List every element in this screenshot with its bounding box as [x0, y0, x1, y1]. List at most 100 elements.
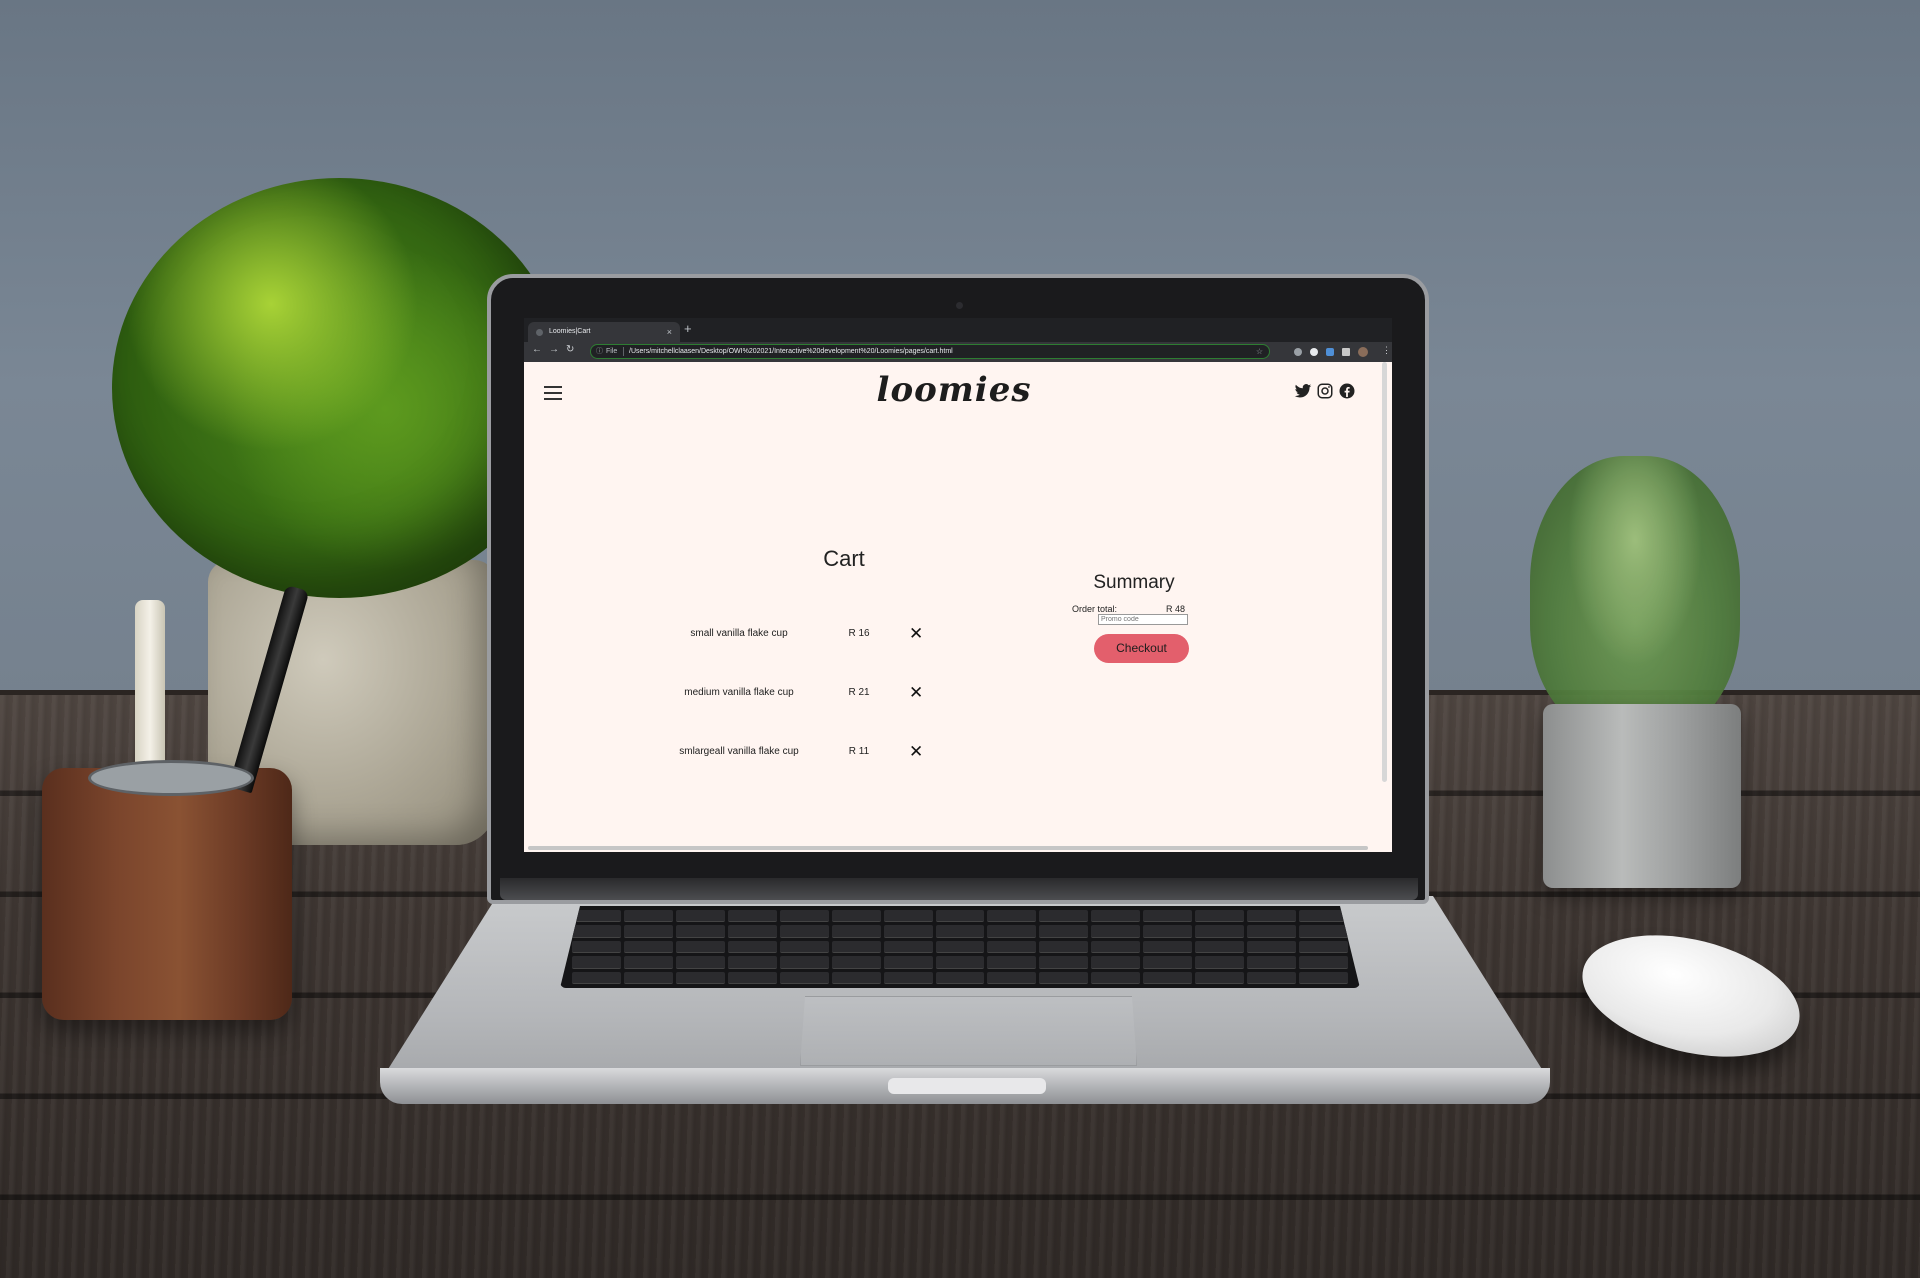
item-name: medium vanilla flake cup [684, 687, 794, 698]
instagram-icon[interactable] [1316, 382, 1334, 400]
keyboard-key [831, 940, 881, 954]
laptop-screen: Loomies|Cart × + ← → ↻ ⓘ File /Users/mit… [524, 318, 1392, 852]
puzzle-icon[interactable] [1342, 348, 1350, 356]
reload-icon[interactable]: ↻ [566, 344, 574, 355]
keyboard-key [572, 910, 621, 923]
bookmark-star-icon[interactable]: ☆ [1256, 345, 1263, 358]
keyboard-key [779, 940, 829, 954]
keyboard-key [935, 971, 985, 984]
keyboard-key [1039, 910, 1089, 923]
checkout-button[interactable]: Checkout [1094, 634, 1189, 663]
site-info-icon[interactable]: ⓘ [596, 345, 603, 358]
keyboard-key [1247, 940, 1297, 954]
keyboard-key [779, 925, 829, 938]
browser-tab-bar: Loomies|Cart × + [524, 318, 1392, 342]
keyboard-key [1091, 956, 1141, 969]
keyboard-key [935, 910, 985, 923]
keyboard-key [883, 910, 933, 923]
keyboard-key [987, 925, 1037, 938]
keyboard-key [675, 956, 725, 969]
item-price: R 16 [848, 628, 870, 639]
remove-item-icon[interactable]: ✕ [909, 624, 923, 644]
promo-code-input[interactable] [1098, 614, 1188, 625]
keyboard-key [883, 940, 933, 954]
vertical-scrollbar[interactable] [1382, 362, 1387, 782]
back-icon[interactable]: ← [532, 344, 542, 355]
site-logo[interactable]: loomies [854, 370, 1054, 410]
keyboard-key [779, 971, 829, 984]
item-price: R 11 [848, 746, 870, 757]
wooden-pen-holder [42, 768, 292, 1020]
horizontal-scrollbar[interactable] [528, 846, 1368, 850]
cart-heading: Cart [823, 546, 865, 571]
keyboard-key [831, 971, 881, 984]
keyboard-key [572, 940, 621, 954]
keyboard-key [987, 910, 1037, 923]
keyboard-key [1299, 971, 1348, 984]
keyboard-key [1039, 925, 1089, 938]
laptop-notch [888, 1078, 1046, 1094]
summary-heading: Summary [1093, 572, 1175, 593]
address-bar[interactable]: ⓘ File /Users/mitchellclaasen/Desktop/OW… [590, 344, 1270, 359]
keyboard-key [675, 925, 725, 938]
cart-item-row: small vanilla flake cup R 16 ✕ [644, 624, 944, 648]
keyboard-key [1143, 925, 1193, 938]
keyboard-key [1195, 910, 1245, 923]
keyboard-key [1195, 956, 1245, 969]
keyboard-key [1299, 910, 1348, 923]
twitter-icon[interactable] [1294, 382, 1312, 400]
extension-icon[interactable] [1326, 348, 1334, 356]
keyboard-key [623, 925, 673, 938]
browser-menu-icon[interactable]: ⋮ [1382, 345, 1391, 356]
item-price: R 21 [848, 687, 870, 698]
keyboard-key [935, 925, 985, 938]
extension-icon[interactable] [1294, 348, 1302, 356]
keyboard-key [883, 925, 933, 938]
keyboard-key [675, 971, 725, 984]
succulent-plant [1530, 456, 1740, 736]
keyboard-key [1195, 925, 1245, 938]
hamburger-menu-icon[interactable] [544, 386, 562, 400]
tab-close-icon[interactable]: × [667, 322, 672, 342]
keyboard-key [623, 956, 673, 969]
keyboard-key [883, 956, 933, 969]
keyboard-key [572, 971, 621, 984]
keyboard-key [1299, 956, 1348, 969]
facebook-icon[interactable] [1338, 382, 1356, 400]
keyboard-key [727, 925, 777, 938]
favicon-icon [536, 329, 543, 336]
order-total-label: Order total: [1072, 604, 1118, 614]
browser-tab[interactable]: Loomies|Cart × [528, 322, 680, 342]
trackpad [800, 996, 1137, 1066]
keyboard-key [572, 925, 621, 938]
remove-item-icon[interactable]: ✕ [909, 683, 923, 703]
keyboard-key [1143, 940, 1193, 954]
keyboard-key [1299, 940, 1348, 954]
keyboard-key [1091, 910, 1141, 923]
forward-icon[interactable]: → [549, 344, 559, 355]
url-text[interactable]: /Users/mitchellclaasen/Desktop/OWI%20202… [629, 345, 953, 358]
keyboard-key [1247, 925, 1297, 938]
concrete-pot [1543, 704, 1741, 888]
new-tab-button[interactable]: + [684, 321, 692, 336]
browser-toolbar: ← → ↻ ⓘ File /Users/mitchellclaasen/Desk… [524, 342, 1392, 362]
keyboard-key [987, 940, 1037, 954]
keyboard-key [831, 925, 881, 938]
profile-avatar[interactable] [1358, 347, 1368, 357]
keyboard-key [1247, 971, 1297, 984]
keyboard-key [1039, 940, 1089, 954]
pen-holder-opening [88, 760, 254, 796]
extension-icon[interactable] [1310, 348, 1318, 356]
keyboard-key [623, 910, 673, 923]
keyboard-key [623, 940, 673, 954]
keyboard-key [1143, 956, 1193, 969]
keyboard-key [987, 971, 1037, 984]
keyboard-key [572, 956, 621, 969]
keyboard-key [1039, 956, 1089, 969]
keyboard-key [675, 940, 725, 954]
tab-title: Loomies|Cart [549, 328, 591, 335]
cart-item-row: medium vanilla flake cup R 21 ✕ [644, 683, 944, 707]
keyboard-key [675, 910, 725, 923]
remove-item-icon[interactable]: ✕ [909, 742, 923, 762]
keyboard-key [1091, 971, 1141, 984]
